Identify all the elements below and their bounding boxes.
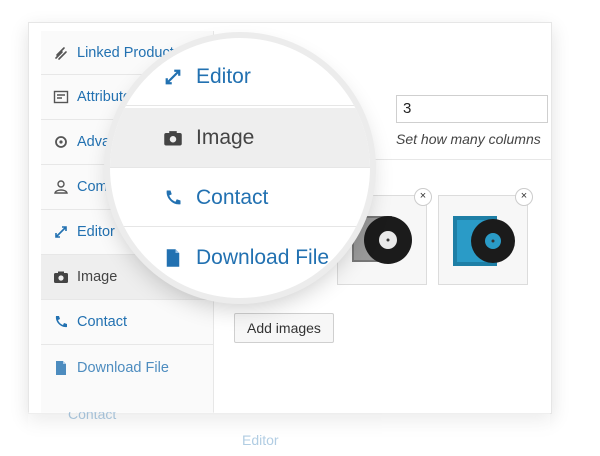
file-icon [53, 360, 69, 376]
tab-label: Download File [77, 359, 169, 376]
vinyl-record-image [453, 216, 515, 266]
remove-image-button[interactable]: × [414, 188, 432, 206]
tab-contact[interactable]: Contact [41, 300, 213, 345]
magnified-tab-download-file[interactable]: Download File [110, 229, 370, 287]
tab-label: Contact [77, 314, 127, 330]
image-thumbnail[interactable]: × [438, 188, 533, 285]
reflected-contact: Contact [68, 412, 117, 422]
tab-label: Editor [196, 64, 251, 88]
expand-icon [53, 224, 69, 240]
camera-icon [162, 127, 184, 149]
tab-label: Contact [196, 185, 269, 209]
magnified-tab-image[interactable]: Image [110, 108, 370, 168]
link-icon [53, 45, 69, 61]
tab-download-file[interactable]: Download File [41, 345, 213, 390]
gear-icon [53, 134, 69, 150]
user-icon [53, 179, 69, 195]
magnified-tab-contact[interactable]: Contact [110, 169, 370, 227]
file-icon [162, 247, 184, 269]
magnifier-lens: Editor Image Contact Download File [110, 38, 370, 298]
reflected-editor: Editor [242, 432, 279, 448]
tab-label: Download File [196, 246, 330, 269]
add-images-button[interactable]: Add images [234, 313, 334, 343]
phone-icon [162, 187, 184, 209]
tab-label: Image [196, 125, 255, 149]
camera-icon [53, 269, 69, 285]
magnified-tab-editor[interactable]: Editor [110, 48, 370, 106]
remove-image-button[interactable]: × [515, 188, 533, 206]
columns-input[interactable]: 3 [396, 95, 548, 123]
list-icon [53, 89, 69, 105]
expand-icon [162, 66, 184, 88]
phone-icon [53, 314, 69, 330]
reflection: Contact Editor [28, 412, 550, 456]
columns-hint: Set how many columns [396, 131, 541, 147]
